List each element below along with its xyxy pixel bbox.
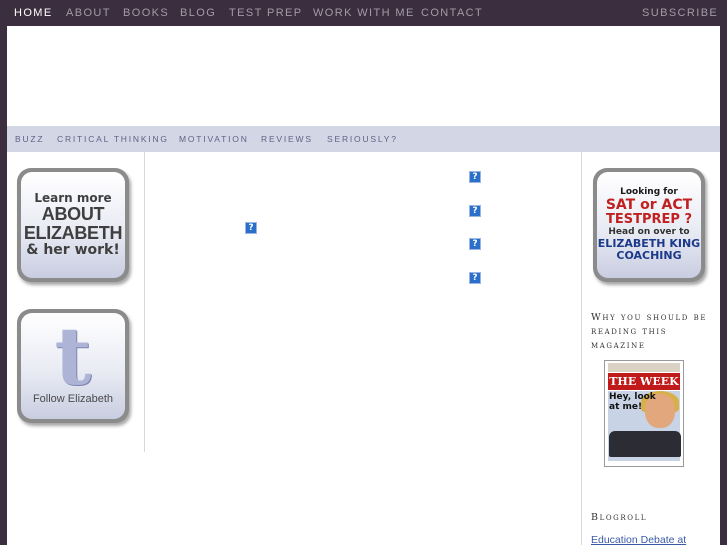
testprep-line2: SAT or ACT — [605, 197, 693, 214]
nav-books[interactable]: BOOKS — [123, 7, 169, 19]
top-nav: HOME ABOUT BOOKS BLOG TEST PREP WORK WIT… — [0, 0, 727, 26]
twitter-icon: t — [54, 309, 92, 403]
magazine-title-line2: reading this — [591, 326, 668, 337]
magazine-cover-image[interactable]: THE WEEK Hey, look at me! — [604, 360, 684, 467]
about-badge-line2: ABOUT — [41, 204, 105, 225]
magazine-headline-line1: Hey, look — [609, 392, 656, 402]
category-seriously[interactable]: SERIOUSLY? — [327, 134, 398, 144]
testprep-coaching-button[interactable]: Looking for SAT or ACT TESTPREP ? Head o… — [593, 168, 705, 282]
category-nav: BUZZ CRITICAL THINKING MOTIVATION REVIEW… — [7, 126, 720, 152]
broken-image-icon[interactable]: ? — [245, 222, 257, 234]
nav-blog[interactable]: BLOG — [180, 7, 216, 19]
broken-image-icon[interactable]: ? — [469, 171, 481, 183]
about-elizabeth-button[interactable]: Learn more ABOUT ELIZABETH & her work! — [17, 168, 129, 282]
follow-twitter-button[interactable]: t Follow Elizabeth — [17, 309, 129, 423]
category-motivation[interactable]: MOTIVATION — [179, 134, 249, 144]
category-reviews[interactable]: REVIEWS — [261, 134, 313, 144]
testprep-line5: ELIZABETH KING — [597, 236, 701, 250]
magazine-cover-motorcycle — [609, 431, 681, 457]
nav-subscribe[interactable]: SUBSCRIBE — [642, 7, 718, 19]
testprep-line3: TESTPREP ? — [606, 212, 692, 228]
broken-image-icon[interactable]: ? — [469, 238, 481, 250]
about-badge-line3: ELIZABETH — [23, 222, 123, 243]
magazine-top-strip — [608, 363, 680, 372]
blogroll-link[interactable]: Education Debate at — [591, 534, 686, 545]
category-buzz[interactable]: BUZZ — [15, 134, 44, 144]
category-critical-thinking[interactable]: CRITICAL THINKING — [57, 134, 169, 144]
nav-test-prep[interactable]: TEST PREP — [229, 7, 303, 19]
nav-home[interactable]: HOME — [14, 7, 53, 19]
twitter-label: Follow Elizabeth — [32, 393, 114, 405]
testprep-line6: COACHING — [616, 248, 682, 262]
page-frame: BUZZ CRITICAL THINKING MOTIVATION REVIEW… — [7, 26, 720, 545]
nav-contact[interactable]: CONTACT — [421, 7, 483, 19]
broken-image-icon[interactable]: ? — [469, 272, 481, 284]
header-banner — [7, 26, 720, 126]
magazine-title-line1: Why you should be — [591, 312, 708, 323]
magazine-masthead: THE WEEK — [608, 373, 680, 390]
about-badge-line4: & her work! — [26, 241, 120, 258]
nav-about[interactable]: ABOUT — [66, 7, 111, 19]
magazine-title-line3: magazine — [591, 340, 646, 351]
broken-image-icon[interactable]: ? — [469, 205, 481, 217]
magazine-headline-line2: at me! — [609, 402, 643, 412]
magazine-headline: Hey, look at me! — [609, 392, 656, 412]
blogroll-title: Blogroll — [591, 512, 648, 523]
nav-work-with-me[interactable]: WORK WITH ME — [313, 7, 415, 19]
magazine-widget-title: Why you should be reading this magazine — [591, 311, 707, 353]
